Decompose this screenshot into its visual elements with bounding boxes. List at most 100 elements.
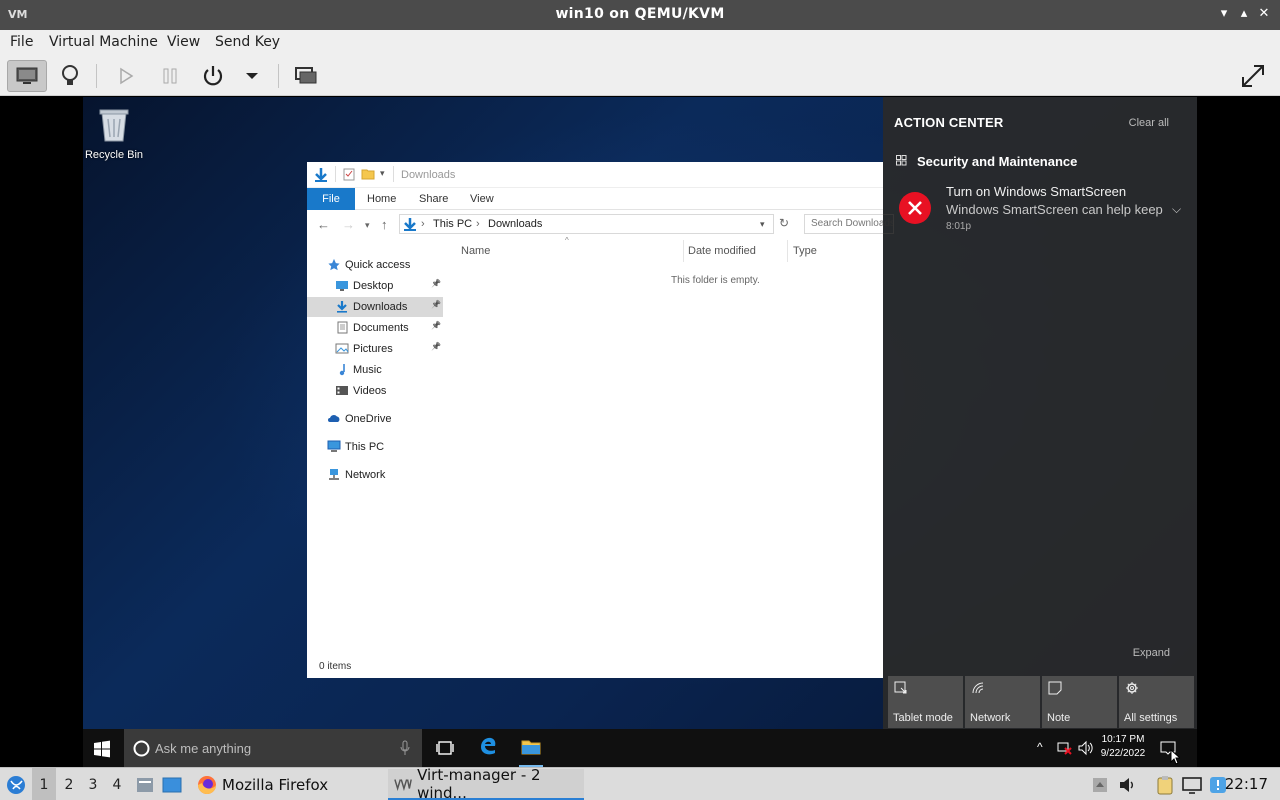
- edge-taskbar-button[interactable]: [477, 735, 499, 762]
- refresh-icon[interactable]: ↻: [779, 216, 789, 230]
- power-button[interactable]: [193, 60, 233, 92]
- notification-title[interactable]: Turn on Windows SmartScreen: [946, 184, 1126, 199]
- address-separator: ›: [476, 218, 480, 230]
- nav-item-downloads[interactable]: Downloads 📌: [307, 297, 443, 317]
- minimize-button[interactable]: ▾: [1216, 6, 1232, 22]
- firefox-task-button[interactable]: Mozilla Firefox: [190, 769, 334, 800]
- videos-icon: [335, 384, 349, 397]
- cortana-icon: [133, 740, 150, 757]
- windows-desktop[interactable]: Recycle Bin ▾ Downloads File Home Share: [83, 97, 1197, 767]
- quick-action-tablet-mode[interactable]: Tablet mode: [888, 676, 963, 728]
- column-date-modified[interactable]: Date modified: [688, 245, 756, 257]
- chevron-down-icon[interactable]: ⌵: [1172, 202, 1181, 217]
- forward-arrow-icon[interactable]: →: [342, 217, 355, 232]
- clear-all-link[interactable]: Clear all: [1129, 117, 1169, 129]
- tray-update-icon[interactable]: [1090, 768, 1110, 800]
- customize-chevron-icon[interactable]: ▾: [380, 168, 385, 179]
- maximize-button[interactable]: ▴: [1236, 6, 1252, 22]
- recycle-bin[interactable]: Recycle Bin: [83, 105, 145, 161]
- desktop-switch-4[interactable]: 4: [105, 768, 129, 800]
- desktop-switch-3[interactable]: 3: [81, 768, 105, 800]
- menu-virtual-machine[interactable]: Virtual Machine: [49, 34, 158, 50]
- pause-button[interactable]: [150, 60, 190, 92]
- power-icon: [203, 66, 223, 86]
- nav-item-label: OneDrive: [345, 413, 392, 425]
- vm-display[interactable]: Recycle Bin ▾ Downloads File Home Share: [0, 97, 1280, 767]
- pin-icon[interactable]: 📌: [431, 300, 441, 309]
- nav-item-network[interactable]: Network: [307, 465, 443, 485]
- new-folder-icon[interactable]: [361, 168, 375, 180]
- window-title: win10 on QEMU/KVM: [555, 6, 725, 22]
- tab-file[interactable]: File: [307, 188, 355, 210]
- nav-item-quick-access[interactable]: Quick access: [307, 255, 443, 275]
- desktop-switch-2[interactable]: 2: [57, 768, 81, 800]
- tab-home[interactable]: Home: [367, 193, 396, 205]
- action-center-panel: ACTION CENTER Clear all Security and Mai…: [883, 97, 1197, 729]
- back-arrow-icon[interactable]: ←: [317, 217, 330, 232]
- recycle-bin-label: Recycle Bin: [84, 149, 144, 161]
- quick-action-network[interactable]: Network: [965, 676, 1040, 728]
- quick-action-note[interactable]: Note: [1042, 676, 1117, 728]
- power-dropdown-button[interactable]: [232, 60, 272, 92]
- tab-share[interactable]: Share: [419, 193, 448, 205]
- tray-display[interactable]: [1181, 768, 1203, 800]
- run-button[interactable]: [106, 60, 146, 92]
- search-input[interactable]: Search Downloads: [804, 214, 894, 234]
- cortana-search-box[interactable]: Ask me anything: [124, 729, 422, 767]
- network-disconnected-icon[interactable]: [1056, 740, 1072, 756]
- address-bar[interactable]: › This PC › Downloads ▾: [399, 214, 774, 234]
- show-hidden-icons-icon[interactable]: ^: [1037, 740, 1043, 756]
- pin-icon[interactable]: 📌: [431, 342, 441, 351]
- desktop-switch-1[interactable]: 1: [32, 768, 56, 800]
- menu-bar: File Virtual Machine View Send Key: [0, 30, 1280, 56]
- nav-item-onedrive[interactable]: OneDrive: [307, 409, 443, 429]
- recent-locations-chevron-icon[interactable]: ▾: [365, 220, 370, 231]
- column-name[interactable]: Name: [461, 245, 490, 257]
- windows-clock[interactable]: 10:17 PM 9/22/2022: [1093, 733, 1153, 761]
- microphone-icon[interactable]: [400, 740, 410, 756]
- breadcrumb-downloads[interactable]: Downloads: [488, 218, 542, 230]
- close-button[interactable]: ✕: [1256, 6, 1272, 22]
- snapshots-button[interactable]: [286, 60, 326, 92]
- nav-item-music[interactable]: Music: [307, 360, 443, 380]
- virt-manager-task-button[interactable]: Virt-manager - 2 wind...: [388, 766, 584, 800]
- tray-volume[interactable]: [1117, 768, 1137, 800]
- pin-icon[interactable]: 📌: [431, 321, 441, 330]
- quick-action-all-settings[interactable]: All settings: [1119, 676, 1194, 728]
- tab-view[interactable]: View: [470, 193, 494, 205]
- edge-icon: [481, 737, 496, 755]
- notification-group-title[interactable]: Security and Maintenance: [917, 154, 1077, 169]
- tray-clipboard[interactable]: [1155, 768, 1175, 800]
- notification-body[interactable]: Windows SmartScreen can help keep y: [946, 202, 1164, 217]
- properties-icon[interactable]: [343, 168, 355, 181]
- nav-item-this-pc[interactable]: This PC: [307, 437, 443, 457]
- host-clock[interactable]: 22:17: [1225, 775, 1268, 793]
- security-maintenance-icon: [896, 155, 907, 166]
- file-manager-launcher[interactable]: [133, 768, 157, 800]
- nav-item-label: Pictures: [353, 343, 393, 355]
- desktop-icon: [335, 279, 349, 292]
- console-button[interactable]: [7, 60, 47, 92]
- fullscreen-button[interactable]: [1233, 60, 1273, 92]
- nav-item-documents[interactable]: Documents 📌: [307, 318, 443, 338]
- menu-send-key[interactable]: Send Key: [215, 34, 280, 50]
- menu-file[interactable]: File: [10, 34, 33, 50]
- column-type[interactable]: Type: [793, 245, 817, 257]
- address-dropdown-icon[interactable]: ▾: [760, 219, 765, 230]
- monitor-icon: [16, 67, 38, 84]
- nav-item-desktop[interactable]: Desktop 📌: [307, 276, 443, 296]
- pin-icon[interactable]: 📌: [431, 279, 441, 288]
- start-menu-button[interactable]: [3, 768, 29, 800]
- menu-view[interactable]: View: [167, 34, 200, 50]
- file-explorer-taskbar-button[interactable]: [519, 729, 543, 767]
- show-desktop-button[interactable]: [160, 768, 184, 800]
- details-button[interactable]: [50, 60, 90, 92]
- nav-item-videos[interactable]: Videos: [307, 381, 443, 401]
- windows-start-icon[interactable]: [92, 739, 112, 759]
- breadcrumb-this-pc[interactable]: This PC: [433, 218, 472, 230]
- expand-link[interactable]: Expand: [1133, 647, 1170, 659]
- nav-item-pictures[interactable]: Pictures 📌: [307, 339, 443, 359]
- up-arrow-icon[interactable]: ↑: [381, 217, 388, 232]
- volume-icon[interactable]: [1077, 740, 1093, 756]
- task-view-icon[interactable]: [436, 740, 454, 756]
